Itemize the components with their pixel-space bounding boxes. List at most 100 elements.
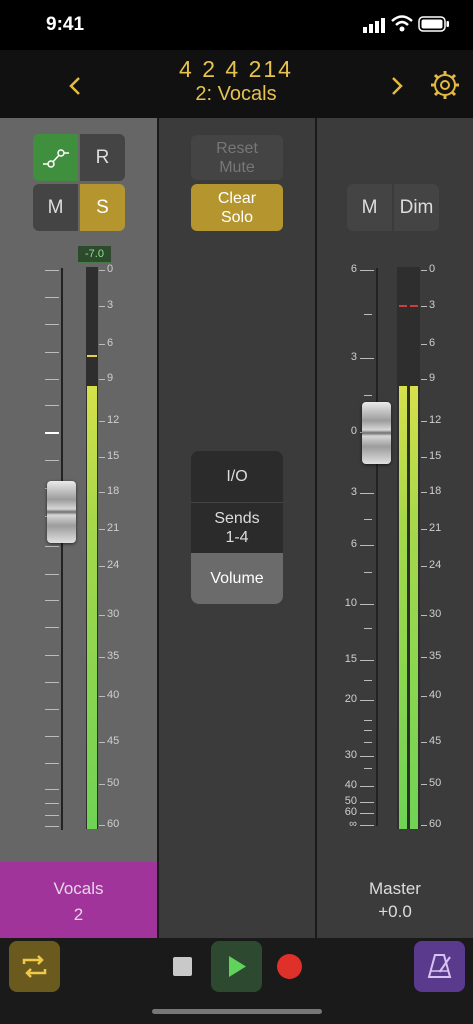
volume-fader[interactable] (47, 481, 76, 543)
master-label: Master (369, 879, 421, 898)
meter-tick (99, 457, 105, 458)
meter-tick (99, 270, 105, 271)
fader-tick (360, 358, 374, 359)
fader-tick (360, 802, 374, 803)
metronome-button[interactable] (414, 941, 465, 992)
meter-tick-label: 9 (107, 372, 114, 384)
meter-tick-label: 24 (429, 559, 442, 571)
clear-solo-button[interactable]: Clear Solo (191, 184, 283, 231)
meter-tick-label: 6 (429, 337, 436, 349)
meter-tick (99, 696, 105, 697)
fader-minor-tick (364, 628, 372, 629)
fader-scale-label: ∞ (349, 818, 357, 830)
meter-tick-label: 45 (429, 735, 442, 747)
tab-sends[interactable]: Sends 1-4 (191, 503, 283, 553)
fader-tick (45, 736, 59, 737)
settings-button[interactable] (430, 70, 460, 100)
fader-minor-tick (364, 314, 372, 315)
battery-icon (418, 16, 450, 32)
meter-tick-label: 60 (429, 818, 442, 830)
fader-tick (360, 813, 374, 814)
reset-mute-button[interactable]: Reset Mute (191, 135, 283, 180)
fader-tick (45, 826, 59, 827)
fader-scale-label: 10 (344, 597, 357, 609)
meter-tick (421, 825, 427, 826)
fader-tick (360, 786, 374, 787)
chevron-right-icon (392, 77, 403, 95)
status-time: 9:41 (46, 14, 85, 35)
solo-button[interactable]: S (80, 184, 125, 231)
fader-tick (45, 600, 59, 601)
wifi-icon (391, 15, 413, 33)
fader-tick (45, 460, 59, 461)
meter-tick-label: 30 (107, 608, 120, 620)
fader-tick (45, 379, 59, 380)
meter-tick-label: 50 (107, 777, 120, 789)
fader-scale-label: 20 (344, 693, 357, 705)
fader-tick (45, 324, 59, 325)
fader-minor-tick (364, 730, 372, 731)
record-button[interactable] (277, 954, 302, 979)
record-enable-button[interactable]: R (80, 134, 125, 181)
unity-mark (45, 432, 59, 434)
meter-tick-label: 30 (429, 608, 442, 620)
cycle-icon (22, 955, 47, 978)
master-meter-fill-right (410, 386, 418, 829)
fader-minor-tick (364, 680, 372, 681)
meter-tick-label: 9 (429, 372, 436, 384)
track-name: Vocals (53, 879, 104, 898)
meter-tick-label: 21 (429, 522, 442, 534)
cycle-button[interactable] (9, 941, 60, 992)
meter-tick (421, 457, 427, 458)
fader-scale-label: 3 (350, 486, 357, 498)
fader-tick (360, 545, 374, 546)
fader-tick (45, 815, 59, 816)
peak-value: -7.0 (77, 245, 112, 263)
tab-volume[interactable]: Volume (191, 553, 283, 604)
fader-tick (45, 405, 59, 406)
stop-button[interactable] (173, 957, 192, 976)
fader-tick (360, 660, 374, 661)
meter-tick-label: 35 (107, 650, 120, 662)
tab-io[interactable]: I/O (191, 451, 283, 502)
fader-tick (360, 270, 374, 271)
master-fader-track (376, 268, 378, 826)
fader-minor-tick (364, 572, 372, 573)
play-button[interactable] (211, 941, 262, 992)
meter-tick-label: 45 (107, 735, 120, 747)
master-volume-fader[interactable] (362, 402, 391, 464)
fader-tick (45, 270, 59, 271)
meter-tick-label: 40 (429, 689, 442, 701)
fader-tick (45, 789, 59, 790)
song-position: 4 2 4 214 (179, 56, 293, 82)
fader-tick (45, 297, 59, 298)
fader-minor-tick (364, 742, 372, 743)
fader-scale-label: 6 (350, 538, 357, 550)
vocals-channel-strip (0, 118, 157, 862)
automation-button[interactable] (33, 134, 78, 181)
fader-scale-label: 60 (344, 806, 357, 818)
meter-tick (99, 657, 105, 658)
meter-tick-label: 18 (107, 485, 120, 497)
mute-button[interactable]: M (33, 184, 78, 231)
master-mute-button[interactable]: M (347, 184, 392, 231)
dim-button[interactable]: Dim (394, 184, 439, 231)
meter-tick-label: 18 (429, 485, 442, 497)
fader-minor-tick (364, 768, 372, 769)
track-label[interactable]: Vocals 2 (0, 862, 157, 938)
chevron-left-icon (69, 77, 80, 95)
selected-track-name: 2: Vocals (195, 83, 277, 105)
meter-tick-label: 21 (107, 522, 120, 534)
fader-tick (45, 709, 59, 710)
fader-tick (45, 627, 59, 628)
fader-tick (45, 352, 59, 353)
next-track-button[interactable] (382, 72, 412, 103)
prev-track-button[interactable] (60, 72, 90, 103)
fader-tick (360, 493, 374, 494)
meter-tick-label: 12 (429, 414, 442, 426)
meter-tick (421, 566, 427, 567)
fader-track (61, 268, 63, 830)
peak-hold-marker (87, 355, 97, 357)
view-tabs: I/O Sends 1-4 Volume (191, 451, 283, 604)
gear-icon (431, 71, 459, 99)
